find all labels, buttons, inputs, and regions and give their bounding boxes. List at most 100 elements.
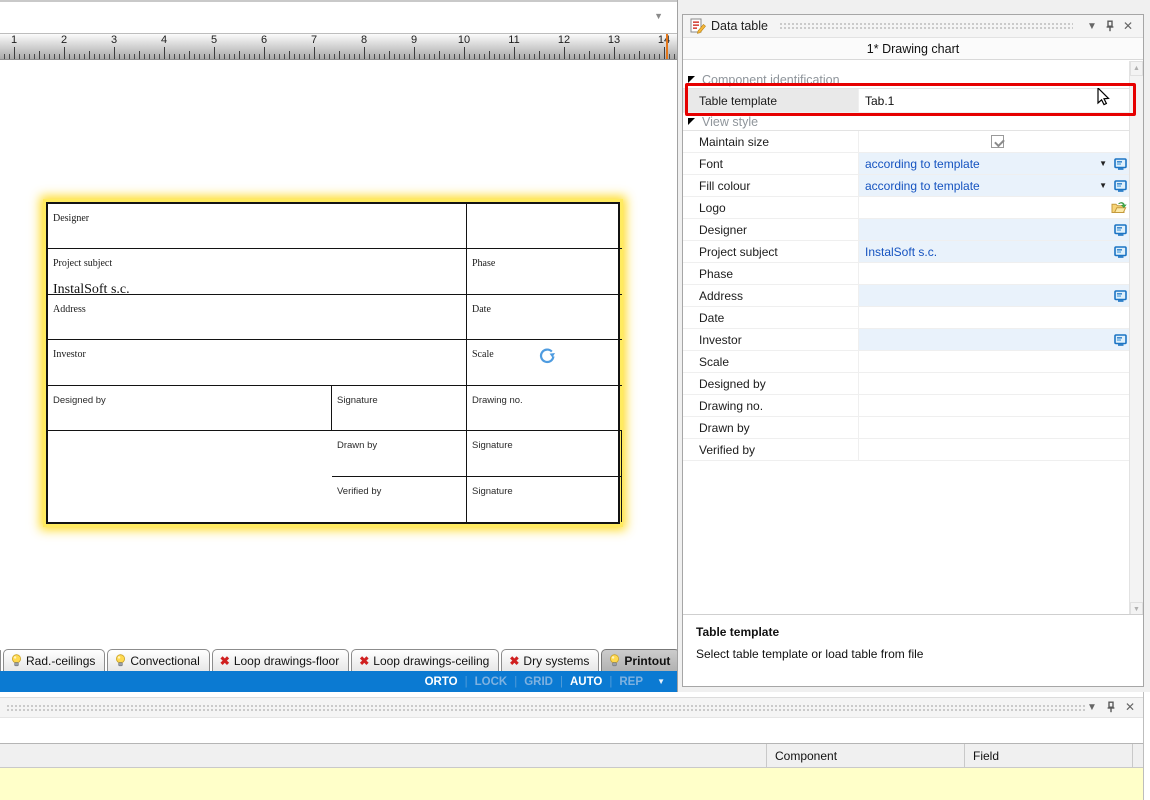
horizontal-ruler: 1 2 3 4 5 6 7 8 9 10 11 12 13 14 — [0, 33, 677, 60]
chart-label: Project subject — [53, 258, 112, 269]
chart-cell-designed-by: Designed by — [48, 386, 332, 431]
property-value[interactable] — [859, 329, 1130, 350]
property-value-text: according to template — [865, 179, 980, 193]
red-x-icon: ✖ — [220, 655, 230, 667]
property-row-scale[interactable]: Scale — [683, 351, 1130, 373]
statusbar-toggle-auto[interactable]: AUTO — [570, 676, 602, 688]
chart-label: Signature — [337, 395, 378, 406]
property-row-drawn-by[interactable]: Drawn by — [683, 417, 1130, 439]
property-row-investor[interactable]: Investor — [683, 329, 1130, 351]
property-row-designer[interactable]: Designer — [683, 219, 1130, 241]
property-row-logo[interactable]: Logo — [683, 197, 1130, 219]
tab-loop-drawings-floor[interactable]: ✖ Loop drawings-floor — [212, 649, 349, 671]
property-value-text: Tab.1 — [865, 94, 894, 108]
property-label: Address — [683, 285, 859, 306]
panel-drag-texture — [779, 22, 1073, 31]
right-dock-area: Data table ▼ ✕ 1* Drawing chart Componen… — [677, 0, 1150, 697]
collapse-triangle-icon — [688, 76, 695, 83]
property-value[interactable] — [859, 263, 1130, 284]
checkbox-checked[interactable] — [991, 135, 1004, 148]
monitor-icon[interactable] — [1114, 334, 1127, 346]
property-value[interactable] — [859, 351, 1130, 372]
statusbar-toggle-orto[interactable]: ORTO — [425, 676, 458, 688]
statusbar-toggle-lock[interactable]: LOCK — [475, 676, 508, 688]
statusbar-toggle-rep[interactable]: REP — [619, 676, 643, 688]
scroll-up-icon[interactable]: ▲ — [1130, 61, 1143, 76]
property-row-drawing-no[interactable]: Drawing no. — [683, 395, 1130, 417]
open-folder-icon[interactable] — [1111, 201, 1127, 214]
property-grid: Component identification Table template … — [683, 61, 1130, 616]
property-value[interactable]: Tab.1 — [859, 89, 1130, 112]
property-label: Designed by — [683, 373, 859, 394]
property-row-font[interactable]: Font according to template ▼ — [683, 153, 1130, 175]
table-row-highlighted[interactable] — [0, 768, 1143, 800]
property-row-date[interactable]: Date — [683, 307, 1130, 329]
chart-label: Designer — [53, 213, 89, 224]
property-value[interactable]: according to template ▼ — [859, 153, 1130, 174]
data-table-panel: Data table ▼ ✕ 1* Drawing chart Componen… — [682, 14, 1144, 687]
tab-loop-drawings-ceiling[interactable]: ✖ Loop drawings-ceiling — [351, 649, 499, 671]
property-description: Table template Select table template or … — [683, 614, 1143, 686]
monitor-icon[interactable] — [1114, 290, 1127, 302]
drawing-chart-object[interactable]: Designer Project subject InstalSoft s.c.… — [46, 202, 620, 524]
property-value[interactable] — [859, 219, 1130, 240]
property-value[interactable] — [859, 373, 1130, 394]
property-value[interactable] — [859, 439, 1130, 460]
property-row-table-template[interactable]: Table template Tab.1 — [683, 89, 1130, 113]
chart-label: Designed by — [53, 395, 106, 406]
property-row-maintain-size[interactable]: Maintain size — [683, 131, 1130, 153]
property-row-designed-by[interactable]: Designed by — [683, 373, 1130, 395]
tab-printout[interactable]: Printout — [601, 649, 680, 671]
property-value[interactable]: InstalSoft s.c. — [859, 241, 1130, 262]
statusbar-dropdown-icon[interactable]: ▼ — [657, 677, 665, 686]
property-row-phase[interactable]: Phase — [683, 263, 1130, 285]
tab-convectional[interactable]: Convectional — [107, 649, 209, 671]
property-value[interactable] — [859, 417, 1130, 438]
tab-rad-ceilings[interactable]: Rad.-ceilings — [3, 649, 105, 671]
tab-partial[interactable] — [0, 650, 1, 671]
ruler-label: 12 — [558, 34, 570, 46]
dropdown-arrow-icon[interactable]: ▼ — [1099, 181, 1107, 190]
close-icon[interactable]: ✕ — [1120, 19, 1136, 33]
property-row-address[interactable]: Address — [683, 285, 1130, 307]
property-row-project-subject[interactable]: Project subject InstalSoft s.c. — [683, 241, 1130, 263]
tab-label: Loop drawings-ceiling — [373, 654, 489, 668]
drawing-canvas[interactable]: Designer Project subject InstalSoft s.c.… — [0, 61, 677, 648]
monitor-icon[interactable] — [1114, 158, 1127, 170]
pin-icon[interactable] — [1105, 20, 1115, 32]
canvas-toolbar: ▼ — [0, 2, 677, 33]
statusbar-toggle-grid[interactable]: GRID — [524, 676, 553, 688]
property-label: Fill colour — [683, 175, 859, 196]
property-row-verified-by[interactable]: Verified by — [683, 439, 1130, 461]
property-row-fill-colour[interactable]: Fill colour according to template ▼ — [683, 175, 1130, 197]
close-icon[interactable]: ✕ — [1125, 700, 1135, 714]
tab-dry-systems[interactable]: ✖ Dry systems — [501, 649, 599, 671]
tab-label: Dry systems — [523, 654, 589, 668]
property-label: Date — [683, 307, 859, 328]
ruler-label: 3 — [111, 34, 117, 46]
scrollbar-vertical[interactable]: ▲ ▼ — [1129, 61, 1143, 617]
statusbar-separator: | — [560, 676, 563, 688]
section-component-identification[interactable]: Component identification — [683, 71, 1130, 89]
monitor-icon[interactable] — [1114, 246, 1127, 258]
property-value[interactable]: according to template ▼ — [859, 175, 1130, 196]
column-header-blank — [1133, 744, 1143, 767]
property-value[interactable] — [859, 395, 1130, 416]
property-value[interactable] — [859, 307, 1130, 328]
selected-object-title: 1* Drawing chart — [683, 38, 1143, 60]
property-label: Verified by — [683, 439, 859, 460]
property-value-text: InstalSoft s.c. — [865, 245, 937, 259]
panel-menu-dropdown-icon[interactable]: ▼ — [1087, 702, 1097, 713]
property-value[interactable] — [859, 197, 1130, 218]
monitor-icon[interactable] — [1114, 180, 1127, 192]
dropdown-arrow-icon[interactable]: ▼ — [1099, 159, 1107, 168]
panel-menu-dropdown-icon[interactable]: ▼ — [1084, 21, 1100, 32]
monitor-icon[interactable] — [1114, 224, 1127, 236]
pin-icon[interactable] — [1106, 701, 1116, 713]
ruler-label: 10 — [458, 34, 470, 46]
ruler-label: 1 — [11, 34, 17, 46]
property-label: Investor — [683, 329, 859, 350]
section-view-style[interactable]: View style — [683, 113, 1130, 131]
toolbar-dropdown-icon[interactable]: ▼ — [654, 11, 663, 21]
property-value[interactable] — [859, 285, 1130, 306]
